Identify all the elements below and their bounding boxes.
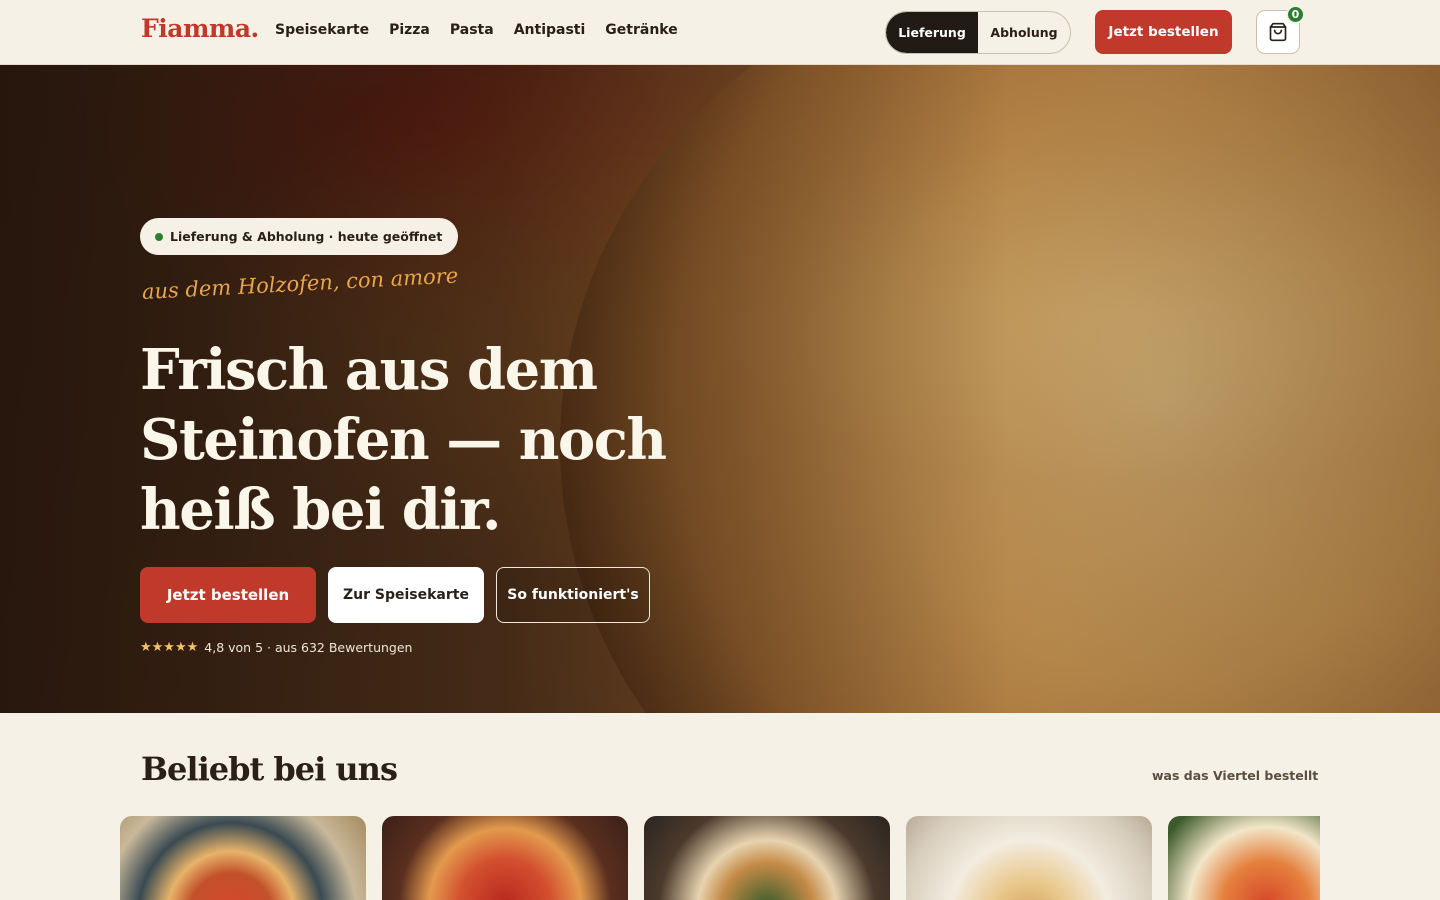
product-card[interactable] [644, 816, 890, 900]
hero-menu-button[interactable]: Zur Speisekarte [328, 567, 484, 623]
delivery-mode-toggle: Lieferung Abholung [885, 11, 1071, 54]
popular-section-title: Beliebt bei uns [141, 750, 398, 788]
badge-text: Lieferung & Abholung · heute geöffnet [170, 229, 443, 244]
open-status-badge: Lieferung & Abholung · heute geöffnet [140, 218, 459, 255]
site-header: Fiamma. Speisekarte Pizza Pasta Antipast… [0, 0, 1440, 65]
toggle-lieferung[interactable]: Lieferung [886, 12, 978, 53]
rating-summary: ★★★★★ 4,8 von 5 · aus 632 Bewertungen [140, 640, 412, 655]
main-nav: Speisekarte Pizza Pasta Antipasti Geträn… [275, 22, 678, 38]
product-card[interactable] [906, 816, 1152, 900]
popular-section-subtitle: was das Viertel bestellt [1152, 768, 1319, 783]
hero-headline: Frisch aus dem Steinofen — noch heiß bei… [140, 337, 667, 543]
cart-count-badge: 0 [1286, 5, 1305, 24]
hero-how-it-works-button[interactable]: So funktioniert's [496, 567, 650, 623]
nav-item-pizza[interactable]: Pizza [389, 22, 430, 38]
hero-section: Lieferung & Abholung · heute geöffnet au… [0, 65, 1440, 713]
nav-item-antipasti[interactable]: Antipasti [514, 22, 586, 38]
logo[interactable]: Fiamma. [141, 14, 259, 43]
order-button[interactable]: Jetzt bestellen [1095, 10, 1232, 54]
product-card[interactable] [382, 816, 628, 900]
nav-item-getraenke[interactable]: Getränke [605, 22, 677, 38]
product-card[interactable] [1168, 816, 1320, 900]
hero-order-button[interactable]: Jetzt bestellen [140, 567, 316, 623]
product-card[interactable] [120, 816, 366, 900]
nav-item-speisekarte[interactable]: Speisekarte [275, 22, 369, 38]
star-rating-icon: ★★★★★ [140, 640, 199, 655]
shopping-bag-icon [1269, 22, 1287, 42]
toggle-abholung[interactable]: Abholung [978, 12, 1070, 53]
rating-text: 4,8 von 5 · aus 632 Bewertungen [204, 640, 413, 655]
popular-carousel [120, 816, 1320, 900]
status-dot-icon [155, 233, 163, 241]
nav-item-pasta[interactable]: Pasta [450, 22, 494, 38]
